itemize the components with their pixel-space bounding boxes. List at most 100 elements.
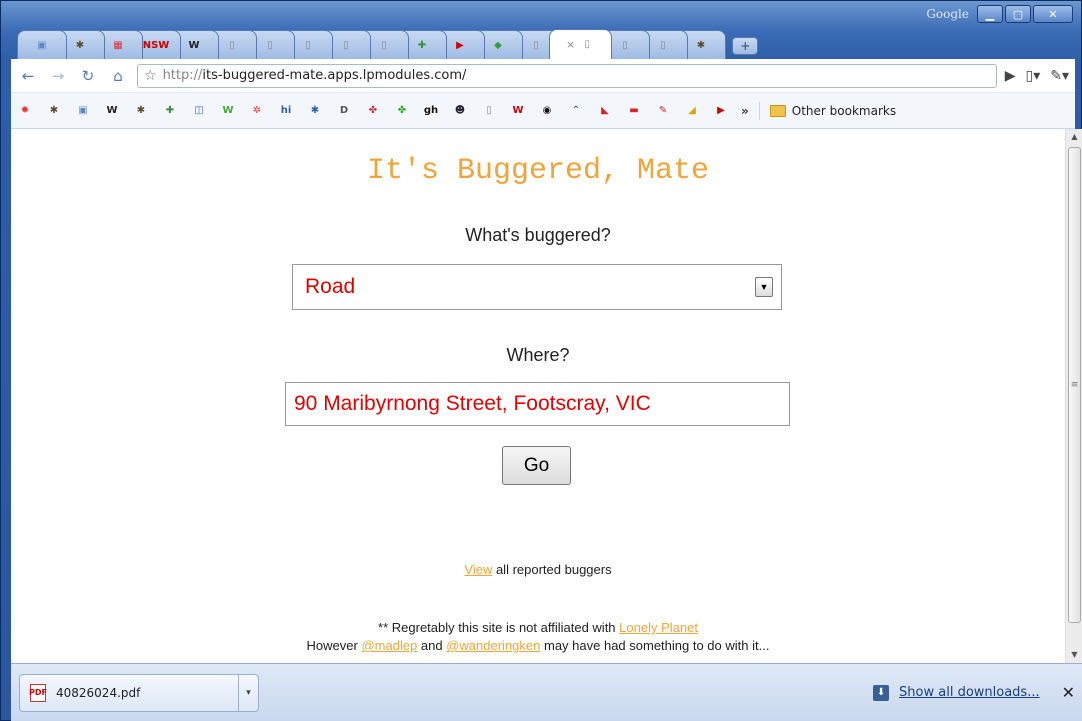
- scroll-down-icon[interactable]: ▼: [1066, 647, 1082, 663]
- close-shelf-icon[interactable]: ✕: [1062, 683, 1075, 702]
- google-favicon: ✚: [417, 39, 427, 51]
- new-tab-icon[interactable]: +: [732, 37, 759, 55]
- wikipedia-favicon: W: [188, 39, 200, 51]
- bookmark-star-icon[interactable]: ☆: [144, 68, 157, 84]
- bug-icon[interactable]: ✱: [133, 103, 149, 119]
- close-tab-icon[interactable]: ×: [566, 38, 575, 51]
- gh-icon[interactable]: gh: [423, 103, 439, 119]
- footer-however-text: However: [306, 638, 362, 653]
- back-icon[interactable]: ←: [17, 67, 39, 85]
- page-favicon: ▯: [381, 39, 387, 51]
- w-red-icon[interactable]: W: [510, 103, 526, 119]
- view-link[interactable]: View: [464, 562, 492, 577]
- red-burst-icon[interactable]: ✸: [17, 103, 33, 119]
- page-favicon: ▯: [584, 39, 590, 50]
- qantas-icon[interactable]: ◣: [597, 103, 613, 119]
- forward-icon[interactable]: →: [47, 67, 69, 85]
- google-icon[interactable]: ✚: [162, 103, 178, 119]
- youtube-icon[interactable]: ▶: [713, 103, 729, 119]
- close-button[interactable]: ✕: [1033, 5, 1073, 23]
- colorful-icon[interactable]: ✤: [394, 103, 410, 119]
- view-line-text: all reported buggers: [492, 562, 612, 577]
- red-chinese-favicon: ▦: [113, 39, 123, 51]
- folder-icon: [769, 104, 786, 117]
- reader-icon[interactable]: ◫: [191, 103, 207, 119]
- browser-tab[interactable]: ▣: [17, 30, 67, 59]
- page-favicon: ▯: [660, 39, 666, 51]
- page-menu-icon[interactable]: ▯▾: [1026, 68, 1041, 84]
- home-icon[interactable]: ⌂: [107, 67, 129, 85]
- w-logo-icon[interactable]: W: [220, 103, 236, 119]
- where-question-label: Where?: [506, 345, 570, 365]
- browser-window: Google ▁ ▢ ✕ ▣ ✱ ▦ NSW W ▯ ▯ ▯ ▯ ▯ ✚ ▶ ◆ ▯ × ▯ ▯ ▯ ✱ + ← → …: [0, 0, 1082, 721]
- toolbar: ← → ↻ ⌂ ☆ http://its-buggered-mate.apps.…: [11, 59, 1075, 93]
- play-icon[interactable]: ▶: [1005, 68, 1016, 84]
- download-shelf: PDF 40826024.pdf ▾ ⬇ Show all downloads.…: [11, 663, 1082, 721]
- where-input-value: 90 Maribyrnong Street, Footscray, VIC: [294, 392, 651, 415]
- banana-icon[interactable]: ◢: [684, 103, 700, 119]
- green-favicon: ◆: [494, 39, 502, 51]
- other-bookmarks-button[interactable]: Other bookmarks: [769, 103, 897, 118]
- footer-note: ** Regretably this site is not affiliate…: [11, 619, 1065, 655]
- target-icon[interactable]: ◉: [539, 103, 555, 119]
- colorful-icon[interactable]: ✤: [365, 103, 381, 119]
- vertical-scrollbar[interactable]: ▲ ≡ ▼: [1065, 129, 1082, 663]
- download-menu-icon[interactable]: ▾: [238, 674, 258, 711]
- maximize-button[interactable]: ▢: [1005, 5, 1031, 23]
- where-input[interactable]: 90 Maribyrnong Street, Footscray, VIC: [285, 382, 790, 426]
- what-select[interactable]: Road ▼: [292, 264, 782, 310]
- calendar-favicon: ▣: [37, 39, 47, 51]
- bookmarks-overflow-icon[interactable]: »: [741, 104, 749, 118]
- download-item[interactable]: PDF 40826024.pdf ▾: [19, 673, 259, 712]
- wanderingken-link[interactable]: @wanderingken: [446, 638, 540, 653]
- go-button[interactable]: Go: [502, 446, 571, 485]
- page-favicon: ▯: [343, 39, 349, 51]
- calendar-icon[interactable]: ▣: [75, 103, 91, 119]
- dropdown-arrow-icon[interactable]: ▼: [755, 277, 773, 297]
- reload-icon[interactable]: ↻: [77, 67, 99, 85]
- download-filename: 40826024.pdf: [56, 685, 141, 700]
- lonely-planet-link[interactable]: Lonely Planet: [619, 620, 698, 635]
- page-content: It's Buggered, Mate What's buggered? Roa…: [11, 129, 1065, 663]
- bug-favicon: ✱: [75, 39, 85, 51]
- virgin-icon[interactable]: ✎: [655, 103, 671, 119]
- page-icon[interactable]: ▯: [481, 103, 497, 119]
- bug-favicon: ✱: [697, 39, 706, 51]
- page-favicon: ▯: [622, 39, 628, 51]
- page-d-icon[interactable]: D: [336, 103, 352, 119]
- hi-icon[interactable]: hi: [278, 103, 294, 119]
- red-bar-icon[interactable]: ▬: [626, 103, 642, 119]
- other-bookmarks-label: Other bookmarks: [791, 103, 897, 118]
- url-host: its-buggered-mate.apps.lpmodules.com/: [202, 68, 467, 83]
- tab-strip: ▣ ✱ ▦ NSW W ▯ ▯ ▯ ▯ ▯ ✚ ▶ ◆ ▯ × ▯ ▯ ▯ ✱ +: [17, 29, 759, 59]
- bookmark-list: ✸ ✱ ▣ W ✱ ✚ ◫ W ✲ hi ✱ D ✤ ✤ gh ☻ ▯ W ◉ ⌃ ◣ ▬ ✎ ◢ ▶: [17, 103, 729, 119]
- youtube-favicon: ▶: [456, 39, 464, 51]
- divider: [758, 101, 760, 120]
- footer-line2-text: may have had something to do with it...: [540, 638, 770, 653]
- address-bar[interactable]: ☆ http://its-buggered-mate.apps.lpmodule…: [137, 63, 997, 88]
- wave-icon[interactable]: ⌃: [568, 103, 584, 119]
- nsw-favicon: NSW: [142, 39, 170, 51]
- wrench-menu-icon[interactable]: ✎▾: [1050, 68, 1069, 84]
- footer-line1-text: ** Regretably this site is not affiliate…: [378, 620, 620, 635]
- wikipedia-icon[interactable]: W: [104, 103, 120, 119]
- face-icon[interactable]: ☻: [452, 103, 468, 119]
- page-favicon: ▯: [229, 39, 235, 51]
- minimize-button[interactable]: ▁: [977, 5, 1003, 23]
- show-all-downloads-link[interactable]: Show all downloads...: [899, 685, 1040, 700]
- url-scheme: http://: [162, 68, 203, 83]
- selected-option: Road: [305, 275, 356, 298]
- bookmarks-bar: ✸ ✱ ▣ W ✱ ✚ ◫ W ✲ hi ✱ D ✤ ✤ gh ☻ ▯ W ◉ ⌃ ◣ ▬ ✎ ◢ ▶ » Other book…: [11, 93, 1075, 129]
- scroll-up-icon[interactable]: ▲: [1066, 129, 1082, 145]
- bug-icon[interactable]: ✱: [46, 103, 62, 119]
- browser-tab[interactable]: × ▯: [549, 29, 613, 59]
- pdf-file-icon: PDF: [29, 683, 47, 702]
- view-line: View all reported buggers: [11, 562, 1065, 577]
- bug-icon[interactable]: ✱: [307, 103, 323, 119]
- downloads-icon: ⬇: [873, 684, 890, 701]
- scrollbar-thumb[interactable]: ≡: [1068, 147, 1081, 623]
- madlep-link[interactable]: @madlep: [361, 638, 417, 653]
- window-caption: Google ▁ ▢ ✕: [926, 5, 1073, 23]
- page-favicon: ▯: [305, 39, 311, 51]
- star-icon[interactable]: ✲: [249, 103, 265, 119]
